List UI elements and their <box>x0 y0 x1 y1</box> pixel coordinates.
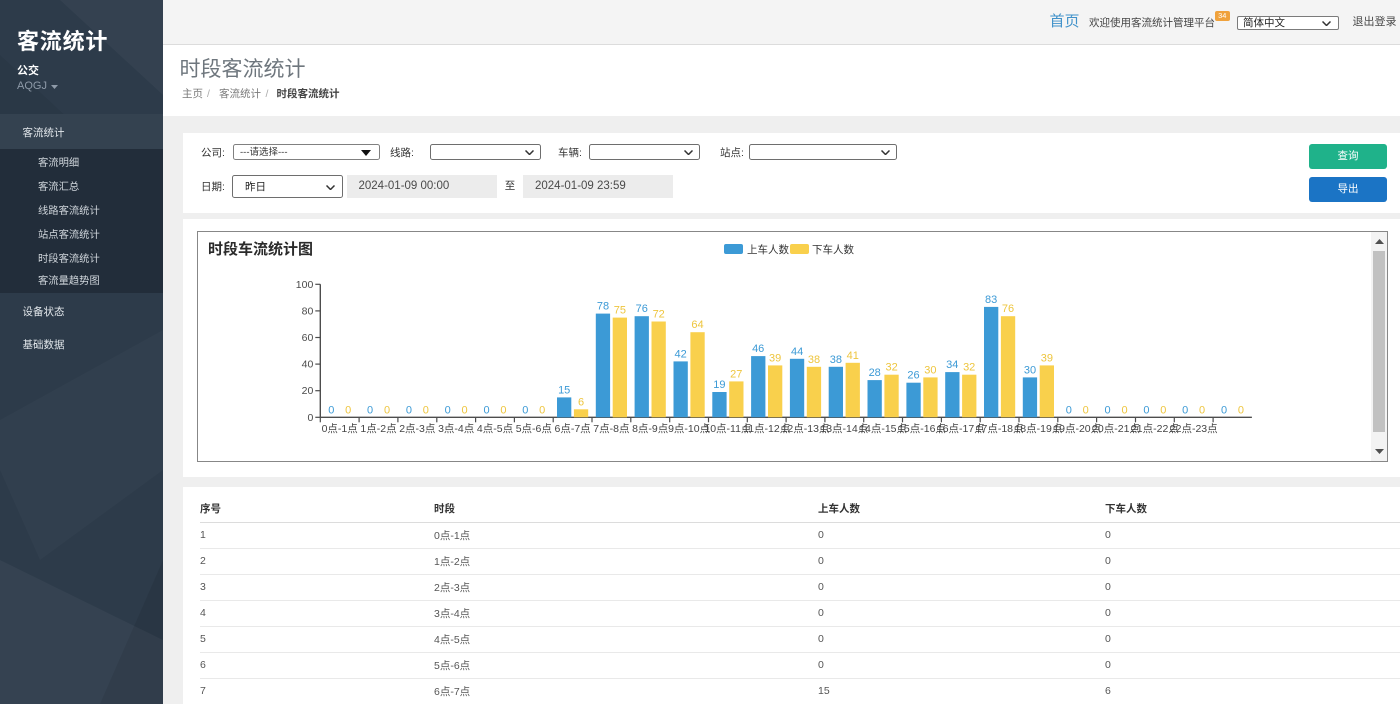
svg-text:6点-7点: 6点-7点 <box>555 423 591 435</box>
svg-text:83: 83 <box>985 294 997 306</box>
svg-text:2点-3点: 2点-3点 <box>399 423 435 435</box>
svg-text:42: 42 <box>674 348 686 360</box>
svg-text:28: 28 <box>869 367 881 379</box>
svg-text:32: 32 <box>963 362 975 374</box>
svg-text:32: 32 <box>885 362 897 374</box>
svg-text:100: 100 <box>296 279 314 291</box>
svg-text:0: 0 <box>1238 404 1244 416</box>
svg-text:0: 0 <box>367 404 373 416</box>
svg-text:60: 60 <box>302 332 314 344</box>
svg-text:0: 0 <box>406 404 412 416</box>
svg-text:30: 30 <box>1024 364 1036 376</box>
svg-text:4点-5点: 4点-5点 <box>477 423 513 435</box>
svg-text:78: 78 <box>597 301 609 313</box>
svg-text:0: 0 <box>445 404 451 416</box>
svg-text:0: 0 <box>500 404 506 416</box>
svg-text:22点-23点: 22点-23点 <box>1170 423 1218 435</box>
svg-text:6: 6 <box>578 396 584 408</box>
svg-text:39: 39 <box>1041 352 1053 364</box>
svg-text:0: 0 <box>1083 404 1089 416</box>
svg-text:38: 38 <box>830 354 842 366</box>
svg-text:0点-1点: 0点-1点 <box>322 423 358 435</box>
svg-text:0: 0 <box>1199 404 1205 416</box>
svg-text:40: 40 <box>302 359 314 371</box>
svg-text:0: 0 <box>1182 404 1188 416</box>
svg-text:0: 0 <box>345 404 351 416</box>
svg-text:0: 0 <box>423 404 429 416</box>
svg-text:0: 0 <box>1105 404 1111 416</box>
svg-text:72: 72 <box>653 309 665 321</box>
svg-text:0: 0 <box>1221 404 1227 416</box>
svg-text:0: 0 <box>462 404 468 416</box>
svg-text:76: 76 <box>636 303 648 315</box>
svg-text:80: 80 <box>302 305 314 317</box>
svg-text:0: 0 <box>1066 404 1072 416</box>
svg-text:75: 75 <box>614 305 626 317</box>
svg-text:30: 30 <box>924 364 936 376</box>
svg-text:41: 41 <box>847 350 859 362</box>
svg-text:46: 46 <box>752 343 764 355</box>
svg-text:64: 64 <box>691 319 703 331</box>
svg-text:5点-6点: 5点-6点 <box>516 423 552 435</box>
svg-text:26: 26 <box>907 370 919 382</box>
svg-text:20: 20 <box>302 385 314 397</box>
svg-text:0: 0 <box>539 404 545 416</box>
svg-text:27: 27 <box>730 368 742 380</box>
svg-text:0: 0 <box>384 404 390 416</box>
svg-text:0: 0 <box>1143 404 1149 416</box>
svg-text:34: 34 <box>946 359 958 371</box>
svg-text:1点-2点: 1点-2点 <box>360 423 396 435</box>
svg-text:0: 0 <box>1121 404 1127 416</box>
svg-text:39: 39 <box>769 352 781 364</box>
svg-text:7点-8点: 7点-8点 <box>593 423 629 435</box>
svg-text:15: 15 <box>558 384 570 396</box>
svg-text:44: 44 <box>791 346 803 358</box>
svg-text:19: 19 <box>713 379 725 391</box>
svg-text:3点-4点: 3点-4点 <box>438 423 474 435</box>
svg-text:0: 0 <box>328 404 334 416</box>
svg-text:0: 0 <box>307 412 313 424</box>
svg-text:76: 76 <box>1002 303 1014 315</box>
svg-text:0: 0 <box>1160 404 1166 416</box>
svg-text:0: 0 <box>522 404 528 416</box>
svg-text:38: 38 <box>808 354 820 366</box>
svg-text:0: 0 <box>483 404 489 416</box>
svg-text:8点-9点: 8点-9点 <box>632 423 668 435</box>
